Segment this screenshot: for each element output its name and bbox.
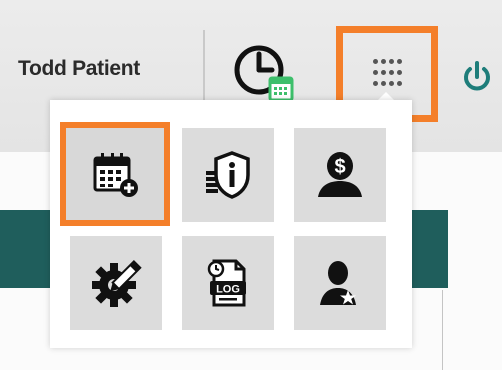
- apps-popup-menu: $ LOG: [50, 100, 412, 348]
- clock-button[interactable]: [232, 42, 296, 106]
- power-button[interactable]: [460, 60, 494, 94]
- user-name[interactable]: Todd Patient: [18, 57, 140, 81]
- tile-add-appointment[interactable]: [60, 122, 170, 226]
- apps-grid-icon: [373, 59, 403, 89]
- teal-banner-right: [412, 210, 448, 288]
- tile-log-file[interactable]: LOG: [182, 236, 274, 330]
- log-file-icon: LOG: [207, 259, 246, 307]
- info-shield-icon: [206, 151, 250, 199]
- power-icon: [464, 61, 490, 91]
- page-divider: [442, 290, 443, 370]
- settings-edit-icon: [92, 260, 142, 307]
- tile-billing-user[interactable]: $: [294, 128, 386, 222]
- tile-info-shield[interactable]: [182, 128, 274, 222]
- clock-calendar-icon: [234, 45, 294, 102]
- billing-user-icon: $: [318, 152, 362, 197]
- tile-user-star[interactable]: [294, 236, 386, 330]
- svg-text:$: $: [334, 156, 345, 178]
- user-star-icon: [320, 261, 356, 305]
- add-appointment-icon: [93, 153, 138, 197]
- log-label: LOG: [216, 284, 240, 296]
- tile-settings-edit[interactable]: [70, 236, 162, 330]
- teal-banner-left: [0, 210, 52, 288]
